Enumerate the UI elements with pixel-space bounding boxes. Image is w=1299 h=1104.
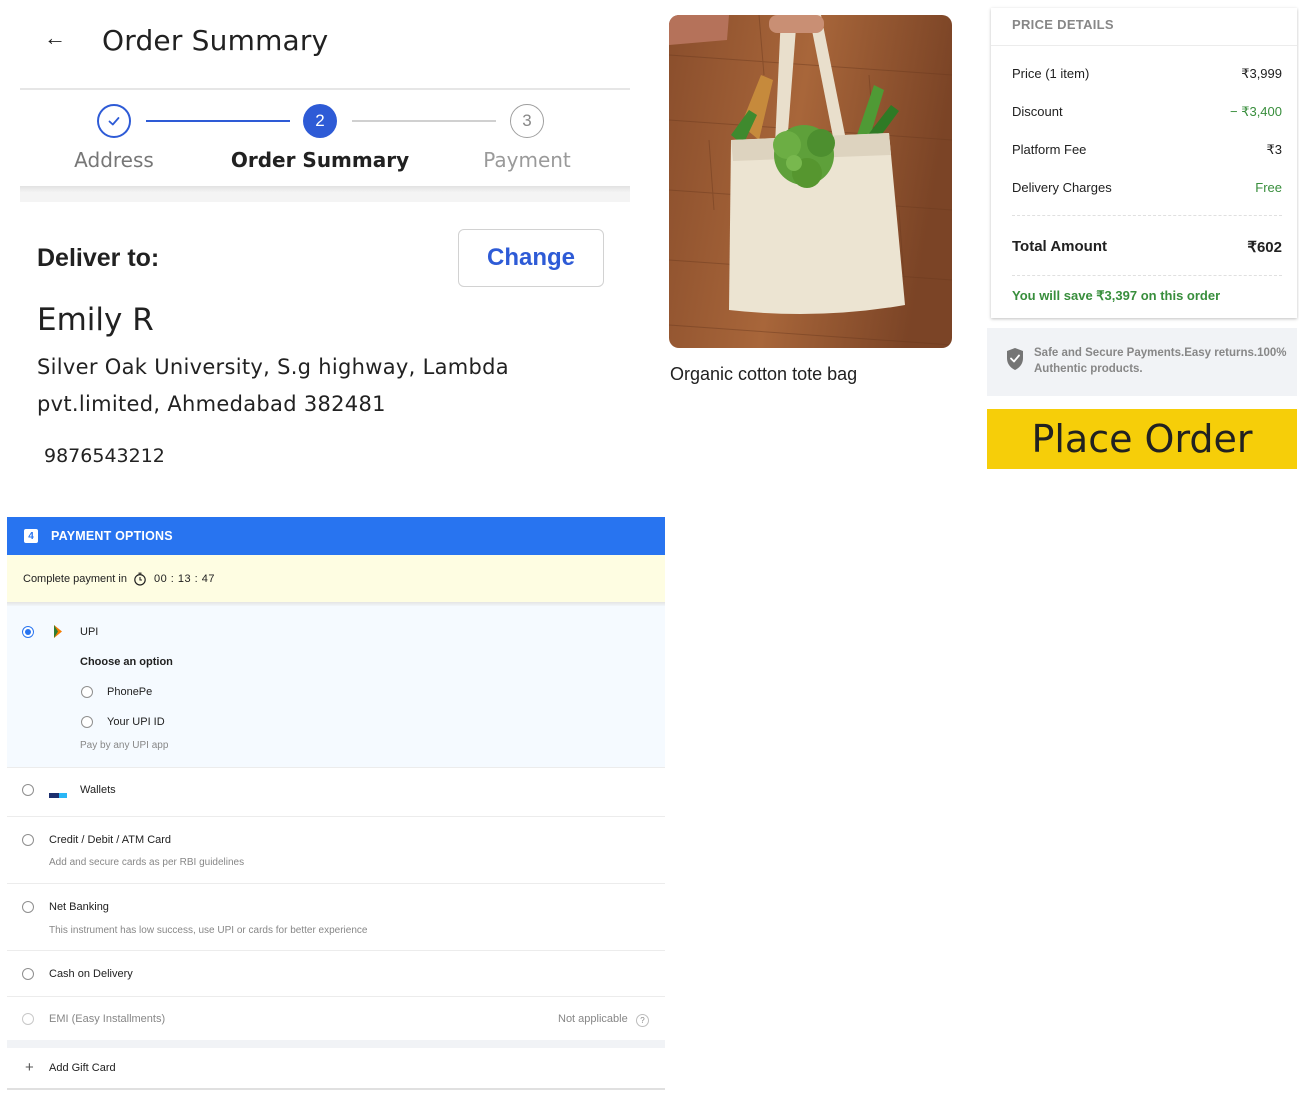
delivery-charges-row: Delivery Charges Free bbox=[1012, 180, 1282, 195]
option-divider bbox=[7, 883, 665, 884]
option-divider bbox=[7, 950, 665, 951]
upi-radio[interactable] bbox=[22, 626, 34, 638]
upi-hint: Pay by any UPI app bbox=[80, 740, 169, 751]
price-details-card bbox=[991, 8, 1297, 318]
product-name[interactable]: Organic cotton tote bag bbox=[670, 364, 857, 385]
discount-value: − ₹3,400 bbox=[1229, 104, 1282, 119]
emi-label: EMI (Easy Installments) bbox=[49, 1013, 166, 1025]
address-line-2: pvt.limited, Ahmedabad 382481 bbox=[37, 392, 386, 416]
delivery-charges-value: Free bbox=[1255, 180, 1282, 195]
address-line-1: Silver Oak University, S.g highway, Lamb… bbox=[37, 355, 509, 379]
upi-id-label[interactable]: Your UPI ID bbox=[107, 716, 165, 728]
payment-step-number: 4 bbox=[24, 529, 38, 543]
payment-options-header: 4 PAYMENT OPTIONS bbox=[7, 517, 665, 555]
savings-divider bbox=[1012, 275, 1282, 276]
option-divider bbox=[7, 996, 665, 997]
card-sub: Add and secure cards as per RBI guidelin… bbox=[49, 857, 245, 868]
upi-label[interactable]: UPI bbox=[80, 626, 98, 638]
help-question-icon[interactable]: ? bbox=[636, 1014, 649, 1027]
netbanking-radio[interactable] bbox=[22, 901, 34, 913]
discount-row: Discount − ₹3,400 bbox=[1012, 104, 1282, 120]
bottom-divider bbox=[7, 1088, 665, 1090]
cod-label[interactable]: Cash on Delivery bbox=[49, 968, 133, 980]
change-address-button[interactable]: Change bbox=[458, 229, 604, 287]
price-details-divider bbox=[991, 45, 1297, 46]
customer-name: Emily R bbox=[37, 302, 154, 338]
header-divider bbox=[20, 88, 630, 90]
cod-radio[interactable] bbox=[22, 968, 34, 980]
stopwatch-icon bbox=[133, 572, 147, 586]
netbanking-label[interactable]: Net Banking bbox=[49, 901, 109, 913]
stepper-connector bbox=[352, 120, 496, 122]
total-amount-row: Total Amount ₹602 bbox=[1012, 238, 1282, 256]
product-image[interactable] bbox=[669, 15, 952, 348]
price-label: Price (1 item) bbox=[1012, 66, 1090, 81]
gift-card-separator bbox=[7, 1040, 665, 1048]
step-payment-label: Payment bbox=[483, 148, 571, 172]
timer-value: 00 : 13 : 47 bbox=[153, 573, 215, 585]
secure-payments-text: Safe and Secure Payments.Easy returns.10… bbox=[1034, 347, 1287, 375]
choose-option-label: Choose an option bbox=[80, 656, 173, 668]
paytm-logo-icon bbox=[49, 786, 67, 798]
discount-label: Discount bbox=[1012, 104, 1063, 119]
step-address-label[interactable]: Address bbox=[24, 148, 204, 172]
payment-options-title: PAYMENT OPTIONS bbox=[51, 529, 173, 543]
total-amount-value: ₹602 bbox=[1247, 239, 1282, 256]
shield-icon bbox=[1004, 346, 1026, 372]
price-value: ₹3,999 bbox=[1241, 66, 1282, 81]
deliver-to-heading: Deliver to: bbox=[37, 244, 160, 272]
phonepe-label[interactable]: PhonePe bbox=[107, 686, 152, 698]
emi-status: Not applicable bbox=[558, 1013, 628, 1025]
upi-logo-icon bbox=[52, 624, 64, 639]
total-divider bbox=[1012, 215, 1282, 216]
stepper-connector bbox=[146, 120, 290, 122]
page-title: Order Summary bbox=[102, 24, 329, 57]
wallets-label[interactable]: Wallets bbox=[80, 784, 116, 796]
phonepe-radio[interactable] bbox=[81, 686, 93, 698]
step-payment-number: 3 bbox=[510, 104, 544, 138]
total-amount-label: Total Amount bbox=[1012, 238, 1107, 255]
savings-text: You will save ₹3,397 on this order bbox=[1012, 288, 1221, 303]
step-order-summary-number: 2 bbox=[303, 104, 337, 138]
back-arrow-icon[interactable]: ← bbox=[44, 22, 74, 54]
payment-timer-bar: Complete payment in 00 : 13 : 47 bbox=[7, 555, 665, 603]
delivery-charges-label: Delivery Charges bbox=[1012, 180, 1112, 195]
upi-id-radio[interactable] bbox=[81, 716, 93, 728]
wallets-radio[interactable] bbox=[22, 784, 34, 796]
card-radio[interactable] bbox=[22, 834, 34, 846]
option-divider bbox=[7, 816, 665, 817]
platform-fee-row: Platform Fee ₹3 bbox=[1012, 142, 1282, 158]
step-order-summary-label: Order Summary bbox=[230, 148, 410, 172]
card-label[interactable]: Credit / Debit / ATM Card bbox=[49, 834, 171, 846]
plus-icon[interactable]: + bbox=[25, 1060, 34, 1076]
platform-fee-value: ₹3 bbox=[1266, 142, 1282, 157]
price-details-title: PRICE DETAILS bbox=[1012, 17, 1114, 32]
add-gift-card-link[interactable]: Add Gift Card bbox=[49, 1062, 116, 1074]
platform-fee-label: Platform Fee bbox=[1012, 142, 1087, 157]
emi-radio bbox=[22, 1013, 34, 1025]
price-row: Price (1 item) ₹3,999 bbox=[1012, 66, 1282, 82]
netbanking-sub: This instrument has low success, use UPI… bbox=[49, 925, 368, 936]
stepper-shadow bbox=[20, 186, 630, 202]
step-address-check-icon[interactable] bbox=[97, 104, 131, 138]
phone-number: 9876543212 bbox=[44, 445, 165, 467]
place-order-button[interactable]: Place Order bbox=[987, 409, 1297, 469]
timer-label: Complete payment in bbox=[23, 573, 127, 585]
